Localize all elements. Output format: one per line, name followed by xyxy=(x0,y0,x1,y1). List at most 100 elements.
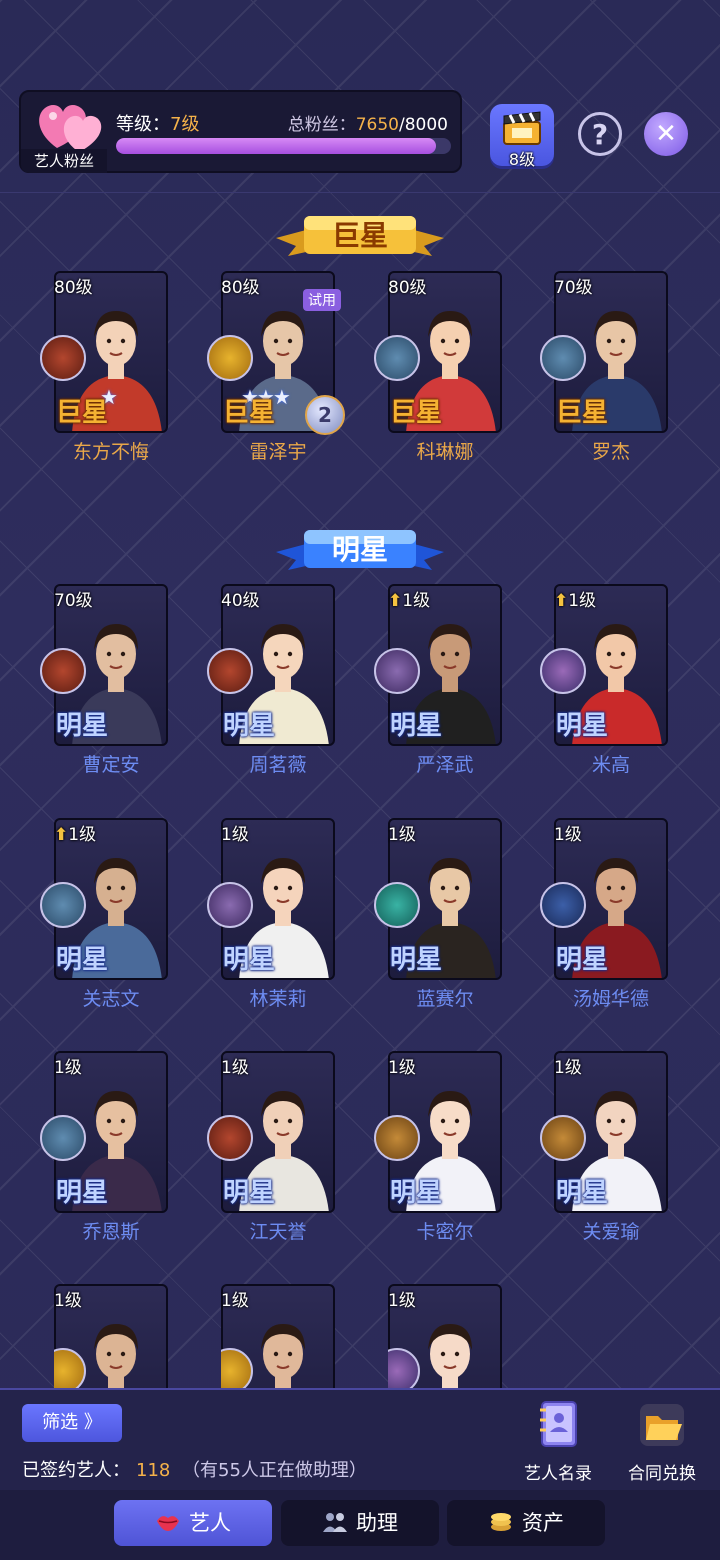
artist-level: 40级 xyxy=(221,586,260,611)
artist-card[interactable]: ⬆1级明星关志文 xyxy=(40,818,168,1010)
fans-max: /8000 xyxy=(399,115,448,135)
fans-progress-bar xyxy=(116,138,451,154)
lips-icon xyxy=(157,1516,179,1531)
artist-level: ⬆1级 xyxy=(388,586,430,611)
artist-level: 1级 xyxy=(388,1286,416,1311)
artist-card[interactable]: 70级 巨星 罗杰 xyxy=(540,271,668,463)
close-button[interactable]: ✕ xyxy=(644,112,688,156)
artist-level-text: 1级 xyxy=(388,1058,416,1078)
fan-tag-label: 艺人粉丝 xyxy=(21,149,107,173)
silhouette-icon xyxy=(40,648,86,694)
silhouette-icon xyxy=(207,1115,253,1161)
tab-assets[interactable]: 资产 xyxy=(447,1500,605,1546)
artist-card[interactable]: 70级 明星 曹定安 xyxy=(40,584,168,776)
artist-level-text: 1级 xyxy=(554,1058,582,1078)
artist-level: 1级 xyxy=(221,820,249,845)
artist-level: 80级 xyxy=(54,273,93,298)
vortex-icon xyxy=(374,648,420,694)
tab-assistant[interactable]: 助理 xyxy=(281,1500,439,1546)
ufo-icon xyxy=(374,335,420,381)
rank-label: 明星 xyxy=(56,711,109,741)
artist-name: 蓝赛尔 xyxy=(416,988,474,1010)
artist-level-text: 1级 xyxy=(568,591,597,611)
coins-icon xyxy=(491,1513,511,1531)
artist-roster-button[interactable]: 艺人名录 xyxy=(518,1398,598,1484)
bottom-tab-bar: 艺人 助理 资产 xyxy=(0,1490,720,1560)
fans-text: 总粉丝：7650/8000 xyxy=(288,110,448,135)
artist-level: 1级 xyxy=(388,820,416,845)
filter-button[interactable]: 筛选 》 xyxy=(22,1404,122,1442)
artist-name: 卡密尔 xyxy=(416,1221,474,1243)
artist-card[interactable]: 1级 xyxy=(54,1284,168,1388)
artist-card[interactable]: 1级 明星 林茉莉 xyxy=(207,818,335,1010)
artist-name: 严泽武 xyxy=(416,754,474,776)
artist-card[interactable]: 1级 明星 蓝赛尔 xyxy=(374,818,502,1010)
artist-level: 80级 xyxy=(221,273,260,298)
rank-label: 明星 xyxy=(223,945,276,975)
artist-card[interactable]: 80级 ★ 巨星 东方不悔 xyxy=(40,271,168,463)
clapperboard-icon xyxy=(503,111,541,145)
artist-level-text: 40级 xyxy=(221,591,260,611)
divider xyxy=(0,192,720,193)
trial-tag: 试用 xyxy=(303,289,341,311)
level-value: 7级 xyxy=(170,114,200,135)
studio-level-button[interactable]: 8级 xyxy=(490,104,554,169)
rank-label: 巨星 xyxy=(390,398,443,428)
tab-artist-label: 艺人 xyxy=(189,1511,231,1535)
tab-artist[interactable]: 艺人 xyxy=(114,1500,272,1546)
help-button[interactable]: ? xyxy=(578,112,622,156)
fans-value: 7650 xyxy=(355,115,399,135)
artist-level-text: 1级 xyxy=(388,825,416,845)
artist-card[interactable]: 1级 xyxy=(221,1284,335,1388)
artist-level-text: 70级 xyxy=(54,591,93,611)
artist-card[interactable]: 1级 xyxy=(388,1284,502,1388)
level-up-arrow-icon: ⬆ xyxy=(554,591,569,611)
rank-label: 明星 xyxy=(56,1178,109,1208)
artist-level: 1级 xyxy=(54,1286,82,1311)
artist-level: ⬆1级 xyxy=(54,820,96,845)
contract-folder-icon xyxy=(640,1404,684,1446)
rank-label: 巨星 xyxy=(556,398,609,428)
artist-name: 关爱瑜 xyxy=(582,1221,640,1243)
artist-card[interactable]: ⬆1级 明星 严泽武 xyxy=(374,584,502,776)
rank-label: 明星 xyxy=(556,711,609,741)
artist-level: 70级 xyxy=(554,273,593,298)
artist-level-text: 1级 xyxy=(388,1291,416,1311)
fans-label: 总粉丝： xyxy=(287,115,356,135)
star-title: 明星 xyxy=(331,533,388,566)
rank-label: 明星 xyxy=(223,711,276,741)
artist-name: 周茗薇 xyxy=(249,754,307,776)
artist-card[interactable]: 80级 试用 ★★★ 2 巨星 雷泽宇 xyxy=(207,271,345,463)
contract-label: 合同兑换 xyxy=(628,1464,696,1484)
artist-level-text: 1级 xyxy=(68,825,97,845)
artist-card[interactable]: 1级 明星 江天誉 xyxy=(207,1051,335,1243)
artist-card[interactable]: 1级明星卡密尔 xyxy=(374,1051,502,1243)
assistant-icon xyxy=(323,1513,347,1532)
studio-level: 8级 xyxy=(508,150,536,169)
rank-label: 明星 xyxy=(390,1178,443,1208)
artist-card[interactable]: 40级明星周茗薇 xyxy=(207,584,335,776)
contract-exchange-button[interactable]: 合同兑换 xyxy=(622,1398,702,1484)
ufo-icon xyxy=(40,882,86,928)
bottom-panel: 筛选 》 已签约艺人： 118 （有55人正在做助理） 艺人名录 合同兑换 xyxy=(0,1388,720,1490)
rank-label: 明星 xyxy=(56,945,109,975)
artist-name: 关志文 xyxy=(82,988,140,1010)
level-label: 等级： xyxy=(116,114,170,135)
artist-level-text: 1级 xyxy=(221,825,249,845)
artist-card[interactable]: 1级 明星 汤姆华德 xyxy=(540,818,668,1010)
soldier-icon xyxy=(207,335,253,381)
artist-card[interactable]: 80级 巨星 科琳娜 xyxy=(374,271,502,463)
artist-card[interactable]: 1级 明星 乔恩斯 xyxy=(40,1051,168,1243)
artist-level-text: 80级 xyxy=(54,278,93,298)
artist-card[interactable]: ⬆1级 明星 米高 xyxy=(540,584,668,776)
hearts-icon xyxy=(39,105,102,152)
artist-name: 雷泽宇 xyxy=(249,441,307,463)
fan-level-panel: 艺人粉丝 等级：7级 总粉丝：7650/8000 xyxy=(19,90,462,173)
artist-level-text: 1级 xyxy=(402,591,431,611)
artist-card[interactable]: 1级 明星 关爱瑜 xyxy=(540,1051,668,1243)
couple-icon xyxy=(540,1115,586,1161)
vortex-icon xyxy=(207,882,253,928)
artist-level: 1级 xyxy=(554,1053,582,1078)
fans-progress-fill xyxy=(116,138,437,154)
assistant-note: （有55人正在做助理） xyxy=(182,1460,367,1481)
